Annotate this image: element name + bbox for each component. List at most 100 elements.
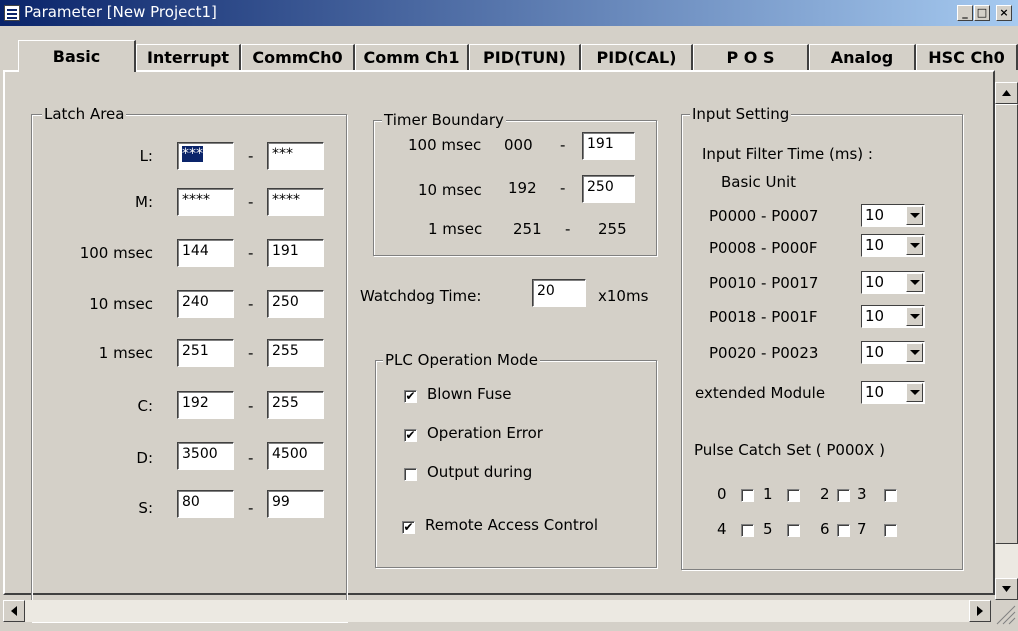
watchdog-unit: x10ms xyxy=(598,287,649,305)
watchdog-label: Watchdog Time: xyxy=(360,287,482,305)
scroll-right-button[interactable] xyxy=(969,600,991,622)
timer-100msec-label: 100 msec xyxy=(408,136,482,154)
latch-dash: - xyxy=(248,344,254,362)
latch-10msec-to-input[interactable]: 250 xyxy=(267,290,324,318)
tab-analog[interactable]: Analog xyxy=(809,44,916,70)
close-button[interactable]: × xyxy=(996,5,1012,21)
latch-label-d: D: xyxy=(136,449,153,467)
extended-module-label: extended Module xyxy=(695,384,826,402)
pulse-bit-label: 0 xyxy=(717,485,727,503)
input-filter-label: Input Filter Time (ms) : xyxy=(702,145,873,163)
pulse-catch-label: Pulse Catch Set ( P000X ) xyxy=(694,441,885,459)
extended-module-select[interactable]: 10 xyxy=(861,381,925,404)
pulse-bit-5-checkbox[interactable] xyxy=(787,524,800,537)
filter-range-label: P0020 - P0023 xyxy=(709,344,819,362)
pulse-bit-0-checkbox[interactable] xyxy=(741,489,754,502)
latch-label-1msec: 1 msec xyxy=(98,344,153,362)
filter-select-p0008[interactable]: 10 xyxy=(861,234,925,257)
latch-m-from-input[interactable]: **** xyxy=(177,188,234,216)
tab-hsc-ch0[interactable]: HSC Ch0 xyxy=(916,44,1018,70)
timer-10msec-label: 10 msec xyxy=(418,181,482,199)
pulse-bit-6-checkbox[interactable] xyxy=(837,524,850,537)
chevron-down-icon[interactable] xyxy=(906,236,923,255)
timer-dash: - xyxy=(560,136,566,154)
pulse-bit-3-checkbox[interactable] xyxy=(884,489,897,502)
filter-select-p0010[interactable]: 10 xyxy=(861,271,925,294)
chevron-down-icon[interactable] xyxy=(906,343,923,362)
timer-10msec-from: 192 xyxy=(508,179,537,197)
latch-l-to-input[interactable]: *** xyxy=(267,142,324,170)
operation-error-checkbox[interactable]: ✔ xyxy=(404,429,417,442)
latch-dash: - xyxy=(248,449,254,467)
maximize-button[interactable]: □ xyxy=(974,5,990,21)
operation-error-label: Operation Error xyxy=(427,424,543,442)
tab-basic[interactable]: Basic xyxy=(18,40,136,72)
arrow-down-icon xyxy=(1002,586,1011,592)
tab-pid-tun[interactable]: PID(TUN) xyxy=(469,44,581,70)
latch-1msec-to-input[interactable]: 255 xyxy=(267,339,324,367)
arrow-right-icon xyxy=(977,606,983,616)
timer-100msec-from: 000 xyxy=(504,136,533,154)
resize-grip-icon xyxy=(996,605,1016,625)
minimize-button[interactable]: _ xyxy=(957,5,973,21)
filter-select-p0018[interactable]: 10 xyxy=(861,305,925,328)
timer-boundary-title: Timer Boundary xyxy=(382,111,506,129)
latch-label-m: M: xyxy=(135,193,153,211)
vertical-scrollbar[interactable] xyxy=(995,82,1018,600)
chevron-down-icon[interactable] xyxy=(906,206,923,225)
timer-1msec-from: 251 xyxy=(513,220,542,238)
pulse-bit-label: 2 xyxy=(820,485,830,503)
latch-100msec-to-input[interactable]: 191 xyxy=(267,239,324,267)
latch-s-from-input[interactable]: 80 xyxy=(177,490,234,518)
scroll-down-button[interactable] xyxy=(995,578,1018,600)
pulse-bit-7-checkbox[interactable] xyxy=(884,524,897,537)
watchdog-input[interactable]: 20 xyxy=(532,279,586,307)
pulse-bit-label: 5 xyxy=(763,520,773,538)
size-grip[interactable] xyxy=(991,600,1018,627)
chevron-down-icon[interactable] xyxy=(906,273,923,292)
plc-operation-mode-title: PLC Operation Mode xyxy=(383,351,540,369)
timer-1msec-to: 255 xyxy=(598,220,627,238)
remote-access-checkbox[interactable]: ✔ xyxy=(402,521,415,534)
filter-select-p0000[interactable]: 10 xyxy=(861,204,925,227)
scroll-left-button[interactable] xyxy=(3,600,25,622)
latch-d-from-input[interactable]: 3500 xyxy=(177,442,234,470)
latch-c-to-input[interactable]: 255 xyxy=(267,391,324,419)
pulse-bit-4-checkbox[interactable] xyxy=(741,524,754,537)
latch-dash: - xyxy=(248,397,254,415)
scroll-thumb[interactable] xyxy=(995,104,1018,544)
latch-label-100msec: 100 msec xyxy=(79,244,153,262)
horizontal-scrollbar[interactable] xyxy=(3,600,991,622)
tab-interrupt[interactable]: Interrupt xyxy=(136,44,241,70)
chevron-down-icon[interactable] xyxy=(906,307,923,326)
basic-unit-label: Basic Unit xyxy=(721,173,797,191)
latch-area-title: Latch Area xyxy=(42,105,127,123)
scroll-up-button[interactable] xyxy=(995,82,1018,104)
tab-commch0[interactable]: CommCh0 xyxy=(241,44,355,70)
pulse-bit-1-checkbox[interactable] xyxy=(787,489,800,502)
tab-pos[interactable]: P O S xyxy=(693,44,809,70)
output-during-checkbox[interactable] xyxy=(404,468,417,481)
tab-commch1[interactable]: Comm Ch1 xyxy=(355,44,469,70)
latch-s-to-input[interactable]: 99 xyxy=(267,490,324,518)
latch-d-to-input[interactable]: 4500 xyxy=(267,442,324,470)
latch-dash: - xyxy=(248,193,254,211)
latch-100msec-from-input[interactable]: 144 xyxy=(177,239,234,267)
filter-range-label: P0000 - P0007 xyxy=(709,207,819,225)
latch-l-from-input[interactable]: *** xyxy=(177,142,234,170)
latch-m-to-input[interactable]: **** xyxy=(267,188,324,216)
timer-10msec-to-input[interactable]: 250 xyxy=(582,175,635,203)
pulse-bit-2-checkbox[interactable] xyxy=(837,489,850,502)
tab-pid-cal[interactable]: PID(CAL) xyxy=(581,44,693,70)
latch-c-from-input[interactable]: 192 xyxy=(177,391,234,419)
arrow-up-icon xyxy=(1002,90,1011,96)
title-bar: Parameter [New Project1] _ □ × xyxy=(0,0,1018,26)
arrow-left-icon xyxy=(11,606,17,616)
latch-label-10msec: 10 msec xyxy=(89,295,153,313)
latch-10msec-from-input[interactable]: 240 xyxy=(177,290,234,318)
timer-100msec-to-input[interactable]: 191 xyxy=(582,132,635,160)
filter-select-p0020[interactable]: 10 xyxy=(861,341,925,364)
latch-1msec-from-input[interactable]: 251 xyxy=(177,339,234,367)
blown-fuse-checkbox[interactable]: ✔ xyxy=(404,390,417,403)
chevron-down-icon[interactable] xyxy=(906,383,923,402)
